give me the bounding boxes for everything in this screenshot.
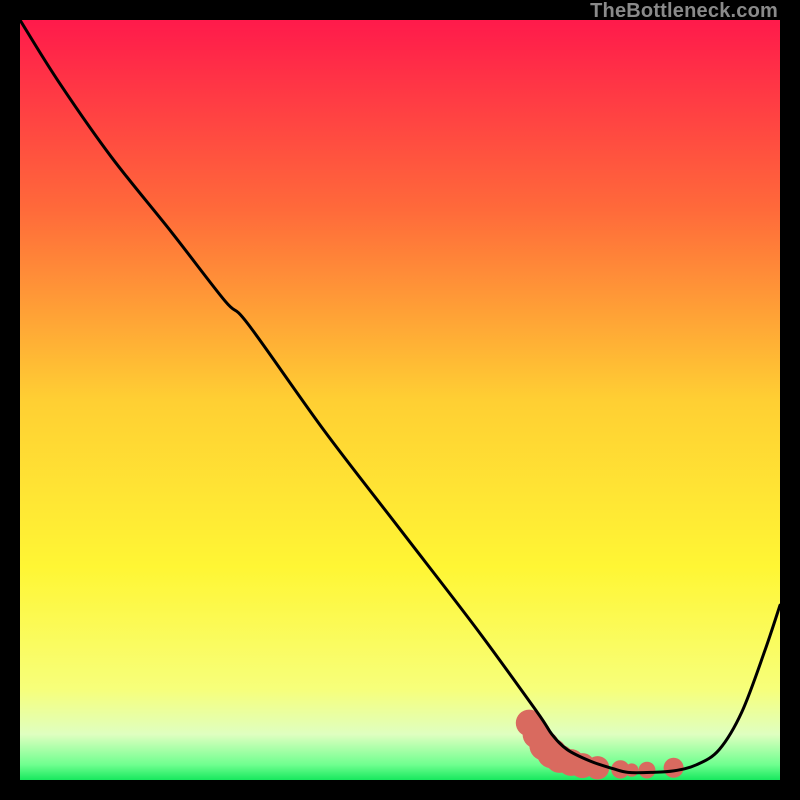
chart-frame [20, 20, 780, 780]
highlight-dot [625, 763, 638, 776]
chart-background [20, 20, 780, 780]
chart-svg [20, 20, 780, 780]
highlight-dot [664, 758, 684, 778]
watermark-label: TheBottleneck.com [590, 0, 778, 23]
highlight-dot [639, 762, 656, 779]
